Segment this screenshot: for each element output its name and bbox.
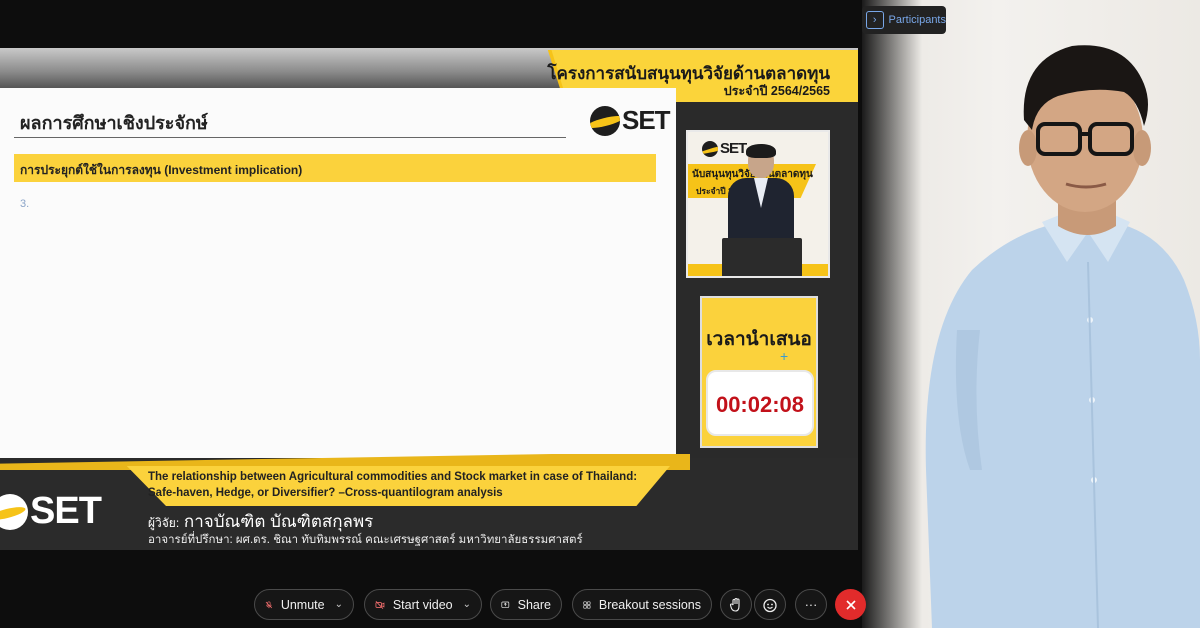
unmute-button[interactable]: Unmute ⌄ [254,589,354,620]
share-label: Share [517,597,551,612]
microphone-muted-icon [265,600,273,608]
participants-button[interactable]: › Participants [862,6,946,34]
section-label: การประยุกต์ใช้ในการลงทุน (Investment imp… [20,163,303,177]
speaker-photo [925,45,1200,628]
breakout-sessions-button[interactable]: Breakout sessions [572,589,712,620]
more-icon: ··· [804,597,818,612]
timer-label: เวลานำเสนอ [706,329,812,350]
set-logo-mark-icon [590,105,620,136]
speaker-video-tile: › Participants [862,0,1200,628]
set-logo-mark-icon [702,140,718,157]
program-year: ประจำปี 2564/2565 [723,84,830,98]
set-logo-footer-text: SET [30,490,102,532]
heading-divider [14,137,566,138]
video-off-icon [375,600,385,609]
leave-meeting-button[interactable] [835,589,866,620]
research-title-line2: Safe-haven, Hedge, or Diversifier? –Cros… [148,487,503,499]
start-video-button[interactable]: Start video ⌄ [364,589,482,620]
breakout-label: Breakout sessions [598,597,701,612]
timer-display: 00:02:08 [706,370,814,436]
reactions-button[interactable] [754,589,786,620]
set-logo-text: SET [622,105,671,135]
research-title-line1: The relationship between Agricultural co… [148,471,638,483]
breakout-grid-icon [583,600,591,609]
timer-value: 00:02:08 [715,392,805,417]
slide-content: ผลการศึกษาเชิงประจักษ์ SET การประยุกต์ใช… [0,88,676,507]
laptop-icon [722,238,802,276]
chevron-down-icon[interactable]: ⌄ [463,599,471,610]
chevron-right-icon: › [866,11,884,29]
sparkle-icon: + [780,348,789,364]
slide-heading: ผลการศึกษาเชิงประจักษ์ [20,113,208,133]
slide-footer: The relationship between Agricultural co… [0,446,858,550]
emoji-icon [763,598,777,612]
set-logo-mark-icon [0,493,28,530]
set-logo-footer: SET [0,490,102,533]
meeting-window: › Participants โครงการสนับสนุนทุนวิจัยด้… [0,0,1200,628]
chevron-down-icon[interactable]: ⌄ [335,599,343,610]
share-screen-icon [501,601,510,608]
close-icon [845,599,856,610]
start-video-label: Start video [392,597,453,612]
more-options-button[interactable]: ··· [795,589,827,620]
participants-label: Participants [888,14,946,26]
raise-hand-button[interactable] [720,589,752,620]
presentation-timer: เวลานำเสนอ + 00:02:08 [700,296,818,448]
list-item-number: 3. [20,198,30,210]
unmute-label: Unmute [280,597,325,612]
researcher-prefix: ผู้วิจัย: [148,516,180,530]
advisor-text: อาจารย์ที่ปรึกษา: ผศ.ดร. ชิณา ทับทิมพรรณ… [148,534,583,546]
shared-screen: โครงการสนับสนุนทุนวิจัยด้านตลาดทุน ประจำ… [0,48,858,550]
hand-icon [729,597,740,612]
set-logo: SET [590,105,671,136]
share-button[interactable]: Share [490,589,562,620]
presenter-video-inset: นับสนุนทุนวิจัยด้านตลาดทุน ประจำปี 2564/… [686,130,830,278]
meeting-toolbar: Unmute ⌄ Start video ⌄ Share Breakout se… [0,580,870,628]
section-bar: การประยุกต์ใช้ในการลงทุน (Investment imp… [14,154,656,182]
researcher-name-text: กาจบัณฑิต บัณฑิตสกุลพร [183,512,374,531]
